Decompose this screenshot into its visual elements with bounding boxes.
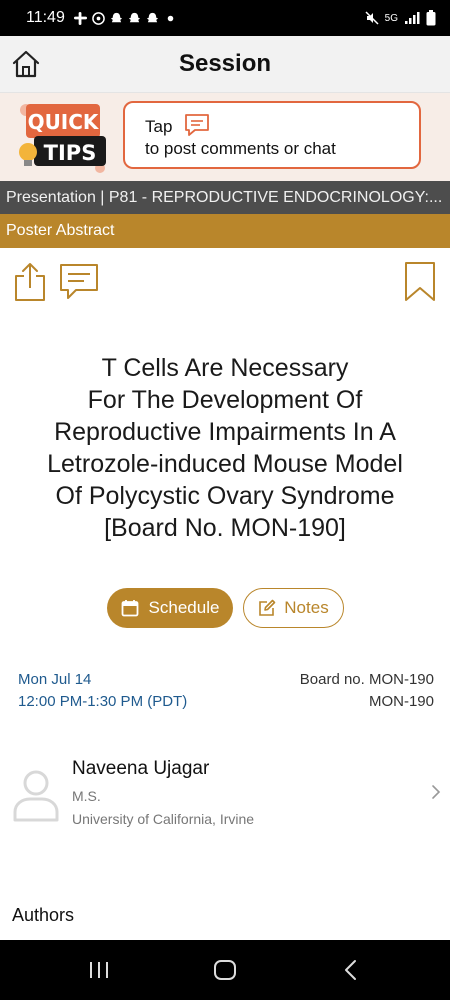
mute-icon [365, 11, 379, 25]
signal-icon [405, 12, 420, 24]
quick-tips-card[interactable]: Tap to post comments or chat [123, 101, 421, 169]
network-type: 5G [384, 12, 398, 24]
chat-bubble-icon [185, 114, 209, 136]
board-code: MON-190 [368, 693, 434, 710]
session-title-line: Of Polycystic Ovary Syndrome [55, 482, 395, 510]
status-left: 11:49 [26, 9, 177, 27]
snapchat-icon [110, 12, 122, 22]
snapchat-icon [128, 12, 140, 22]
session-title-line: Letrozole-induced Mouse Model [47, 450, 403, 478]
session-title-line: Reproductive Impairments In A [54, 418, 396, 446]
avatar-icon [13, 770, 59, 822]
comment-icon[interactable] [58, 262, 100, 302]
quick-tips-logo: QUICK TIPS [19, 104, 106, 173]
authors-heading: Authors [12, 905, 75, 925]
calendar-icon [121, 600, 138, 617]
session-title: T Cells Are Necessary For The Developmen… [20, 352, 430, 544]
whatsapp-icon [92, 11, 105, 25]
speaker-degree: M.S. [72, 788, 101, 804]
speaker-institution: University of California, Irvine [72, 811, 255, 827]
poster-abstract-bar: Poster Abstract [0, 214, 450, 248]
edit-note-icon [259, 599, 276, 616]
bookmark-icon[interactable] [402, 260, 438, 304]
page-title: Session [178, 50, 272, 77]
back-icon[interactable] [338, 958, 364, 982]
presentation-bar[interactable]: Presentation | P81 - REPRODUCTIVE ENDOCR… [0, 181, 450, 214]
battery-icon [426, 10, 436, 26]
quick-tips-logo-line1: QUICK [28, 110, 100, 134]
session-title-line: For The Development Of [87, 386, 363, 414]
system-nav-bar [0, 940, 450, 1000]
session-time: 12:00 PM-1:30 PM (PDT) [18, 693, 188, 710]
board-number: Board no. MON-190 [299, 671, 434, 688]
home-icon[interactable] [10, 48, 42, 80]
snapchat-icon [146, 12, 158, 22]
notes-label: Notes [284, 598, 329, 617]
session-title-line: [Board No. MON-190] [104, 514, 346, 542]
tips-instruction: to post comments or chat [145, 139, 336, 158]
session-date: Mon Jul 14 [18, 671, 92, 688]
quick-tips-logo-line2: TIPS [44, 141, 97, 165]
recent-apps-icon[interactable] [86, 958, 112, 982]
dot-icon [167, 15, 174, 21]
chevron-right-icon [432, 785, 441, 799]
session-title-line: T Cells Are Necessary [101, 354, 349, 382]
app-header: Session [0, 36, 450, 93]
speaker-row[interactable]: Naveena Ujagar M.S. University of Califo… [0, 750, 450, 840]
status-right: 5G [365, 10, 436, 26]
status-bar: 11:49 5G [0, 0, 450, 36]
slack-icon [73, 11, 87, 25]
notes-button[interactable]: Notes [243, 588, 344, 628]
tips-tap-label: Tap [145, 117, 173, 136]
schedule-label: Schedule [148, 598, 220, 617]
share-icon[interactable] [12, 260, 48, 304]
home-nav-icon[interactable] [212, 958, 238, 982]
status-time: 11:49 [26, 9, 65, 26]
speaker-name: Naveena Ujagar [72, 758, 210, 779]
schedule-button[interactable]: Schedule [107, 588, 233, 628]
